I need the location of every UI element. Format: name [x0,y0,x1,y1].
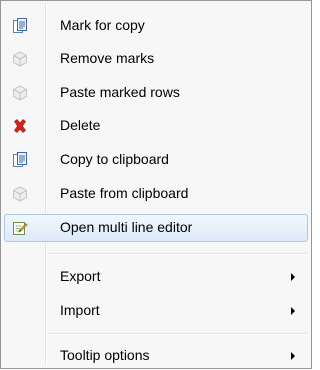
menu-item-mark-for-copy[interactable]: Mark for copy [4,12,308,40]
red-x-icon [14,119,26,133]
menu-item-label: Import [60,302,100,318]
menu-separator [48,333,308,335]
disabled-cube-icon [13,51,27,67]
menu-item-label: Paste marked rows [60,84,180,100]
document-copy-icon [13,18,27,33]
disabled-cube-icon [13,85,27,101]
menu-item-label: Delete [60,117,101,133]
menu-item-import[interactable]: Import [4,297,308,325]
submenu-arrow-icon [291,307,295,315]
document-copy-icon [13,152,27,167]
menu-item-paste-marked-rows[interactable]: Paste marked rows [4,79,308,107]
menu-item-open-multi-line-editor[interactable]: Open multi line editor [4,214,308,242]
menu-item-remove-marks[interactable]: Remove marks [4,45,308,73]
menu-item-label: Remove marks [60,50,155,66]
menu-item-label: Paste from clipboard [60,185,189,201]
menu-item-label: Copy to clipboard [60,151,169,167]
menu-item-paste-from-clipboard[interactable]: Paste from clipboard [4,180,308,208]
disabled-cube-icon [13,186,27,202]
context-menu: Mark for copy Remove marks Paste marked … [0,0,312,369]
menu-separator [48,253,308,255]
menu-item-export[interactable]: Export [4,263,308,291]
menu-item-label: Export [60,268,101,284]
submenu-arrow-icon [291,352,295,360]
menu-item-delete[interactable]: Delete [4,112,308,140]
menu-item-copy-to-clipboard[interactable]: Copy to clipboard [4,146,308,174]
menu-item-tooltip-options[interactable]: Tooltip options [4,342,308,370]
menu-item-label: Tooltip options [60,347,150,363]
menu-item-label: Mark for copy [60,17,145,33]
menu-item-label: Open multi line editor [60,219,193,235]
submenu-arrow-icon [291,273,295,281]
edit-note-icon [13,222,28,235]
